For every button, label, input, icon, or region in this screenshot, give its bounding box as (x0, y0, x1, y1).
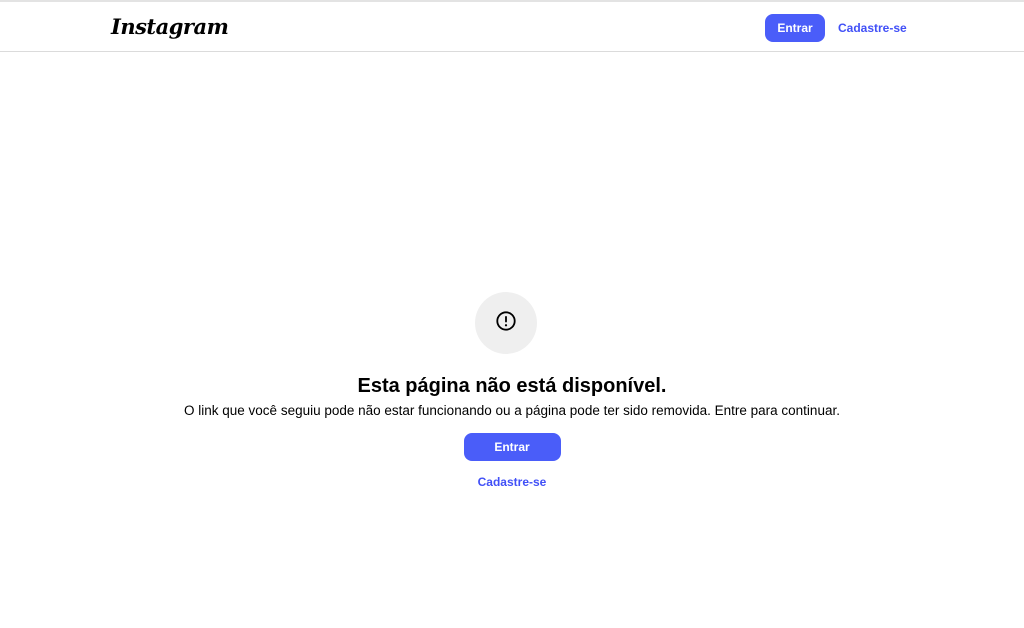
error-description: O link que você seguiu pode não estar fu… (184, 403, 840, 418)
header-login-button[interactable]: Entrar (765, 14, 825, 42)
header-signup-link[interactable]: Cadastre-se (838, 21, 907, 35)
page-title: Esta página não está disponível. (357, 375, 667, 397)
signup-link[interactable]: Cadastre-se (478, 475, 547, 489)
login-button[interactable]: Entrar (463, 433, 561, 461)
top-navbar: Instagram Entrar Cadastre-se (0, 2, 1024, 52)
alert-circle-icon (495, 310, 517, 337)
instagram-logo[interactable]: Instagram (111, 14, 229, 39)
alert-icon-badge (475, 292, 537, 354)
page-unavailable-panel: Esta página não está disponível. O link … (0, 292, 1024, 491)
